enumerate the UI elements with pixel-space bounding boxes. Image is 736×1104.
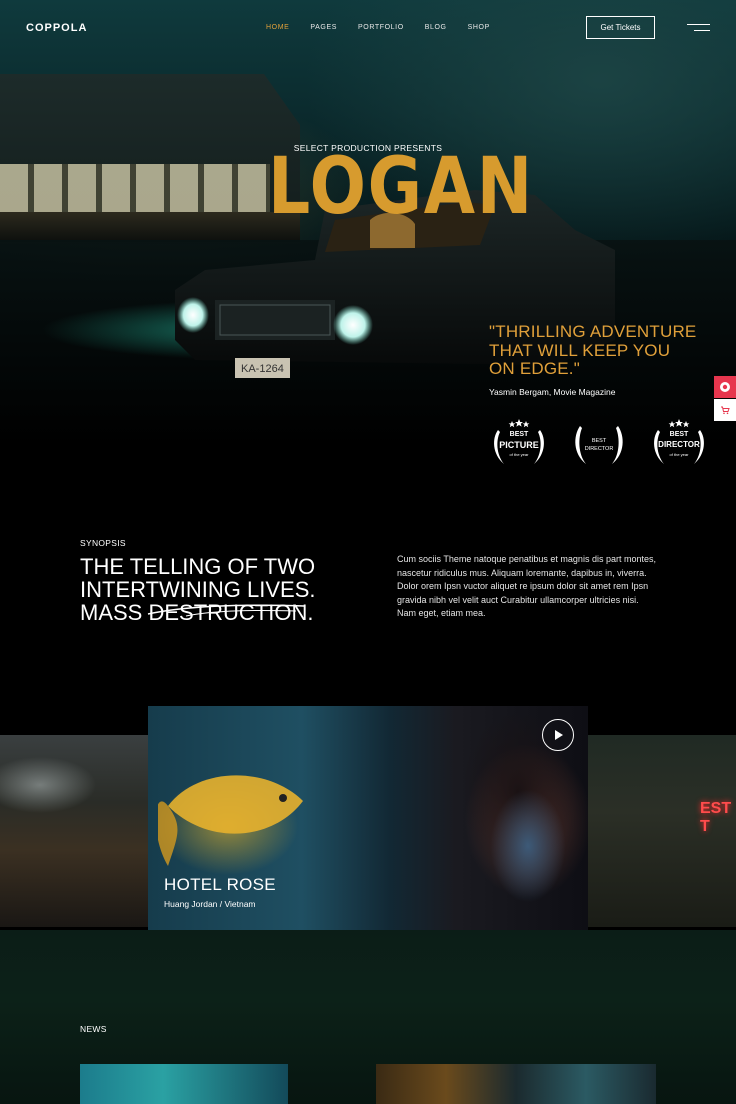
menu-item-portfolio[interactable]: PORTFOLIO xyxy=(358,24,404,31)
play-video-icon[interactable] xyxy=(542,719,574,751)
award-line1: BEST xyxy=(509,431,529,438)
news-card-image-1[interactable] xyxy=(80,1064,288,1104)
gallery-slide-prev[interactable] xyxy=(0,735,150,927)
news-card-image-2[interactable] xyxy=(376,1064,656,1104)
awards-row: BEST PICTURE of the year BEST DIRECTOR B… xyxy=(488,418,712,470)
cart-icon xyxy=(721,406,730,415)
brand-logo[interactable]: COPPOLA xyxy=(26,22,87,34)
award-sub: of the year xyxy=(669,452,689,457)
news-label: NEWS xyxy=(80,1024,107,1034)
slide-subtitle: Huang Jordan / Vietnam xyxy=(164,899,256,909)
slide-title: HOTEL ROSE xyxy=(164,875,276,894)
cart-button[interactable] xyxy=(714,399,736,421)
top-nav: COPPOLA HOME PAGES PORTFOLIO BLOG SHOP G… xyxy=(0,0,736,56)
award-best-director-2: BEST DIRECTOR of the year xyxy=(648,418,710,470)
hamburger-menu-icon[interactable] xyxy=(687,24,710,34)
get-tickets-button[interactable]: Get Tickets xyxy=(586,16,655,39)
hero-movie-title: LOGAN xyxy=(268,142,534,232)
lifebuoy-button[interactable] xyxy=(714,376,736,398)
synopsis-body: Cum sociis Theme natoque penatibus et ma… xyxy=(397,554,656,619)
menu-item-pages[interactable]: PAGES xyxy=(310,24,337,31)
award-line1: BEST xyxy=(591,438,607,444)
synopsis-heading: THE TELLING OF TWO INTERTWINING LIVES. M… xyxy=(80,555,380,624)
main-menu: HOME PAGES PORTFOLIO BLOG SHOP xyxy=(266,24,511,31)
svg-text:KA-1264: KA-1264 xyxy=(241,363,284,375)
synopsis-heading-part-c: . xyxy=(307,600,314,625)
strike-scribble-icon xyxy=(147,604,305,617)
neon-sign-text: EST T xyxy=(700,800,732,835)
synopsis-heading-line2: INTERTWINING LIVES. xyxy=(80,577,316,602)
award-line1: BEST xyxy=(669,431,689,438)
award-line2: DIRECTOR xyxy=(584,446,614,452)
hero-quote-author: Yasmin Bergam, Movie Magazine xyxy=(489,387,616,397)
award-sub: of the year xyxy=(509,452,529,457)
award-best-picture: BEST PICTURE of the year xyxy=(488,418,550,470)
award-best-director-1: BEST DIRECTOR xyxy=(568,418,630,470)
portrait-face xyxy=(468,736,588,926)
side-floating-buttons xyxy=(714,376,736,421)
synopsis-label: SYNOPSIS xyxy=(80,538,126,548)
hero-review-quote: "THRILLING ADVENTURE THAT WILL KEEP YOU … xyxy=(489,322,697,378)
film-gallery-carousel xyxy=(0,700,736,940)
synopsis-heading-part-a: MASS xyxy=(80,600,149,625)
lifebuoy-icon xyxy=(720,382,730,392)
laurel-wreath-icon xyxy=(575,426,623,464)
goldfish-image xyxy=(158,775,303,866)
menu-item-shop[interactable]: SHOP xyxy=(468,24,490,31)
menu-item-blog[interactable]: BLOG xyxy=(425,24,447,31)
synopsis-heading-line1: THE TELLING OF TWO xyxy=(80,554,316,579)
award-line2: DIRECTOR xyxy=(658,440,700,449)
menu-item-home[interactable]: HOME xyxy=(266,24,289,31)
award-line2: PICTURE xyxy=(499,440,539,450)
